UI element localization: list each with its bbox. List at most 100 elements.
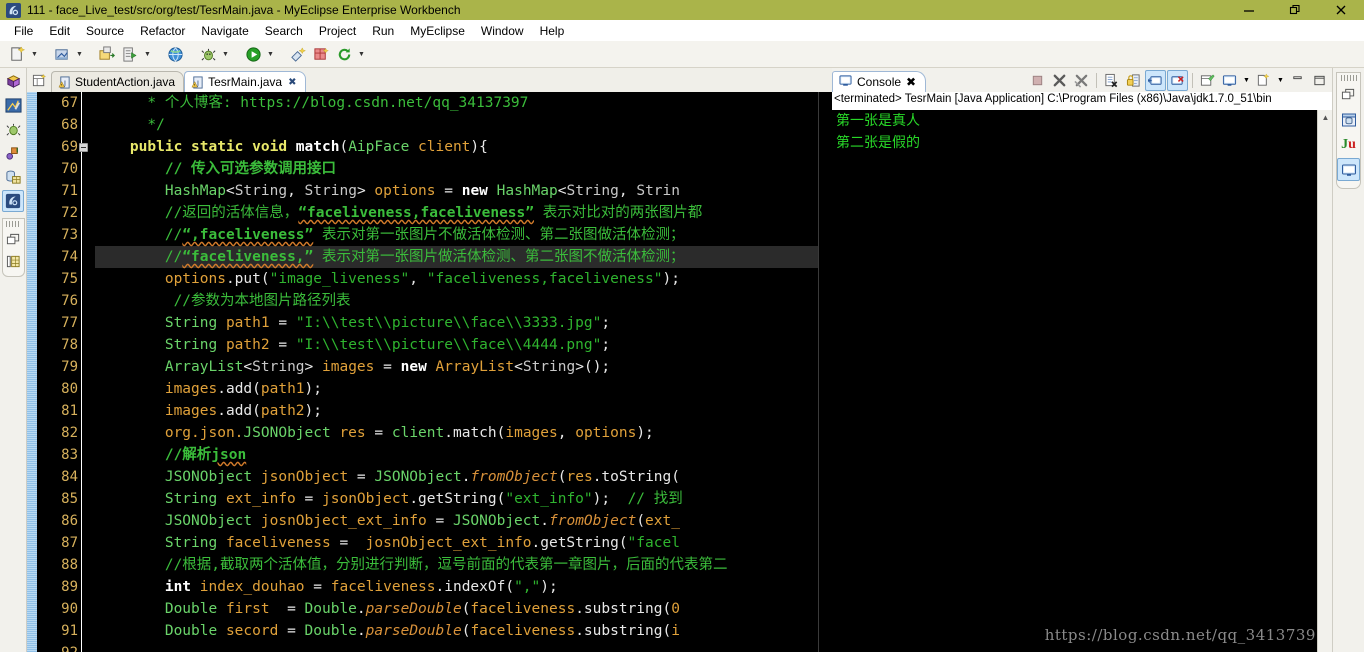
junit-icon[interactable]: Ju <box>1337 133 1360 156</box>
console-maximize-button[interactable] <box>1309 70 1330 91</box>
editor-vertical-scrollbar[interactable] <box>818 92 832 652</box>
deploy-myeclipse-icon[interactable] <box>96 43 118 65</box>
console-tab-row: Console ✖ ▼ ▼ <box>832 68 1332 92</box>
drag-handle[interactable] <box>1340 75 1357 81</box>
code-token: // <box>95 249 183 265</box>
save-all-dropdown-icon[interactable]: ▼ <box>74 43 85 65</box>
run-dropdown-icon[interactable]: ▼ <box>265 43 276 65</box>
package-explorer-icon[interactable] <box>2 250 24 272</box>
code-line: options.put("image_liveness", "faceliven… <box>95 268 832 290</box>
code-token: = <box>374 359 401 375</box>
console-view-icon[interactable] <box>1337 158 1360 181</box>
debug-bug-icon[interactable] <box>2 118 24 140</box>
open-browser-icon[interactable] <box>164 43 186 65</box>
code-token: ){ <box>470 139 488 155</box>
external-tools-icon[interactable] <box>287 43 309 65</box>
editor-view-menu-icon[interactable] <box>27 68 51 92</box>
java-perspective-icon[interactable] <box>2 190 24 212</box>
open-console-button[interactable] <box>1253 70 1274 91</box>
team-sync-icon[interactable] <box>2 142 24 164</box>
console-minimize-button[interactable] <box>1287 70 1308 91</box>
console-output[interactable]: 第一张是真人 第二张是假的 https://blog.csdn.net/qq_3… <box>832 110 1332 652</box>
java-code-editor[interactable]: 67 68 69 70 71 72 73 74 75 76 77 78 79 80 81 82 83 84 85 86… <box>27 92 832 652</box>
code-text[interactable]: * 个人博客: https://blog.csdn.net/qq_3413739… <box>90 92 832 652</box>
scroll-up-icon[interactable]: ▲ <box>1318 110 1333 125</box>
editor-tab-tesrmain[interactable]: J TesrMain.java ✖ <box>184 71 306 92</box>
code-token: . <box>540 513 549 529</box>
new-wizard-dropdown-icon[interactable]: ▼ <box>29 43 40 65</box>
display-selected-console-dropdown-icon[interactable]: ▼ <box>1241 70 1252 91</box>
remove-all-terminated-button[interactable] <box>1071 70 1092 91</box>
code-token: "facel <box>627 535 680 551</box>
console-vertical-scrollbar[interactable]: ▲ <box>1317 110 1332 652</box>
myeclipse-workbench-window: 111 - face_Live_test/src/org/test/TesrMa… <box>0 0 1364 652</box>
run-icon[interactable] <box>242 43 264 65</box>
debug-icon[interactable] <box>197 43 219 65</box>
menu-navigate[interactable]: Navigate <box>193 22 256 40</box>
menu-edit[interactable]: Edit <box>41 22 78 40</box>
refresh-green-icon[interactable] <box>333 43 355 65</box>
code-token: path1 <box>260 381 305 397</box>
console-view: Console ✖ ▼ ▼ <terminated> TesrMain [Jav… <box>832 68 1332 652</box>
code-token: josnObject_ext_info <box>365 535 532 551</box>
restore-button[interactable] <box>1272 0 1318 20</box>
menu-refactor[interactable]: Refactor <box>132 22 193 40</box>
run-server-icon[interactable] <box>119 43 141 65</box>
new-wizard-icon[interactable] <box>6 43 28 65</box>
cube-icon[interactable] <box>2 70 24 92</box>
pin-console-button[interactable] <box>1197 70 1218 91</box>
code-token: ); <box>636 425 654 441</box>
menu-help[interactable]: Help <box>532 22 573 40</box>
close-icon[interactable]: ✖ <box>906 75 916 89</box>
clear-console-button[interactable] <box>1101 70 1122 91</box>
code-token: ext_ <box>645 513 680 529</box>
code-token: images <box>164 381 218 397</box>
menu-run[interactable]: Run <box>364 22 402 40</box>
code-token: ArrayList <box>164 359 244 375</box>
menu-myeclipse[interactable]: MyEclipse <box>402 22 473 40</box>
editor-tab-studentaction[interactable]: J StudentAction.java <box>51 71 185 92</box>
menu-search[interactable]: Search <box>257 22 311 40</box>
code-token: . <box>356 601 366 617</box>
menu-window[interactable]: Window <box>473 22 532 40</box>
code-token: 表示对第一张图片不做活体检测、第二张图做活体检测； <box>313 227 685 243</box>
code-line: org.json.JSONObject res = client.match(i… <box>95 422 832 444</box>
save-all-icon[interactable] <box>51 43 73 65</box>
code-token: , <box>409 271 427 287</box>
display-selected-console-button[interactable] <box>1219 70 1240 91</box>
code-token: String <box>164 535 226 551</box>
database-explorer-icon[interactable] <box>2 94 24 116</box>
scroll-lock-button[interactable] <box>1123 70 1144 91</box>
minimize-button[interactable] <box>1226 0 1272 20</box>
restore-view-icon[interactable] <box>2 228 24 250</box>
code-token: AipFace <box>348 139 419 155</box>
open-console-dropdown-icon[interactable]: ▼ <box>1275 70 1286 91</box>
code-token: .put( <box>225 271 270 287</box>
code-token: i <box>671 623 680 639</box>
close-icon[interactable]: ✖ <box>288 77 296 88</box>
line-number: 83 <box>61 447 78 463</box>
outline-view-icon[interactable] <box>1337 108 1360 131</box>
show-console-on-error-button[interactable] <box>1167 69 1188 91</box>
menu-source[interactable]: Source <box>78 22 132 40</box>
code-token: client <box>391 425 445 441</box>
code-token: Strin <box>636 183 680 199</box>
refresh-dropdown-icon[interactable]: ▼ <box>356 43 367 65</box>
remove-launch-button[interactable] <box>1049 70 1070 91</box>
fold-collapse-icon[interactable] <box>79 143 88 152</box>
terminate-button[interactable] <box>1027 70 1048 91</box>
console-output-line: 第一张是真人 <box>836 113 920 129</box>
menu-project[interactable]: Project <box>311 22 364 40</box>
restore-view-icon[interactable] <box>1337 83 1360 106</box>
console-tab[interactable]: Console ✖ <box>832 71 927 92</box>
drag-handle[interactable] <box>5 221 21 227</box>
show-console-on-output-button[interactable] <box>1145 69 1166 91</box>
code-line: ArrayList<String> images = new ArrayList… <box>95 356 832 378</box>
close-button[interactable] <box>1318 0 1364 20</box>
db-browser-icon[interactable] <box>2 166 24 188</box>
new-java-class-icon[interactable] <box>310 43 332 65</box>
debug-dropdown-icon[interactable]: ▼ <box>220 43 231 65</box>
run-server-dropdown-icon[interactable]: ▼ <box>142 43 153 65</box>
menu-file[interactable]: File <box>6 22 41 40</box>
